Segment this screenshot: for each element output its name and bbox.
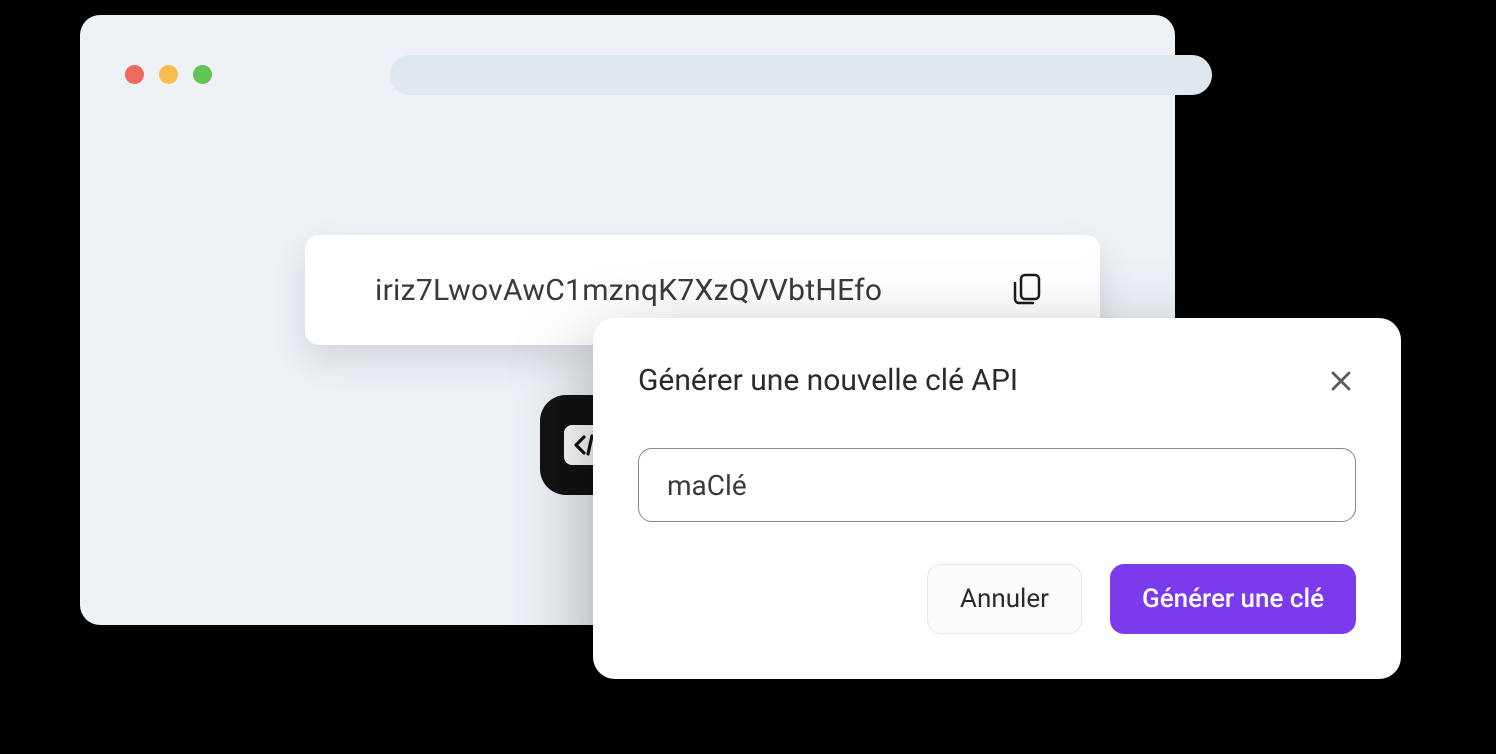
cancel-button[interactable]: Annuler bbox=[927, 564, 1082, 634]
window-controls bbox=[125, 65, 212, 84]
window-close-dot[interactable] bbox=[125, 65, 144, 84]
address-bar[interactable] bbox=[390, 55, 1212, 95]
generate-api-key-dialog: Générer une nouvelle clé API Annuler Gén… bbox=[593, 318, 1401, 679]
api-key-value: iriz7LwovAwC1mznqK7XzQVVbtHEfo bbox=[375, 273, 882, 308]
close-icon bbox=[1330, 370, 1352, 392]
generate-button[interactable]: Générer une clé bbox=[1110, 564, 1356, 634]
window-minimize-dot[interactable] bbox=[159, 65, 178, 84]
window-maximize-dot[interactable] bbox=[193, 65, 212, 84]
dialog-actions: Annuler Générer une clé bbox=[638, 564, 1356, 634]
close-button[interactable] bbox=[1326, 366, 1356, 396]
dialog-header: Générer une nouvelle clé API bbox=[638, 363, 1356, 398]
copy-button[interactable] bbox=[1009, 272, 1045, 308]
copy-icon bbox=[1012, 273, 1042, 307]
dialog-title: Générer une nouvelle clé API bbox=[638, 363, 1018, 398]
key-name-input[interactable] bbox=[638, 448, 1356, 522]
